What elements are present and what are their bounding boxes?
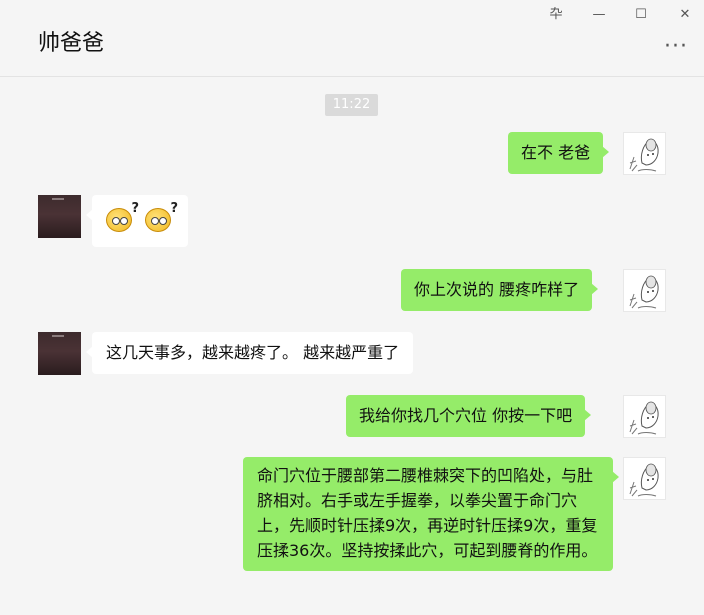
my-avatar[interactable] bbox=[623, 457, 666, 500]
message-bubble-outgoing[interactable]: 命门穴位于腰部第二腰椎棘突下的凹陷处，与肚脐相对。右手或左手握拳，以拳尖置于命门… bbox=[243, 457, 619, 571]
contact-avatar[interactable] bbox=[38, 332, 81, 375]
bunny-avatar-icon bbox=[629, 401, 659, 435]
message-bubble-outgoing[interactable]: 你上次说的 腰疼咋样了 bbox=[401, 269, 599, 311]
more-options-button[interactable]: ··· bbox=[664, 36, 688, 58]
timestamp-badge: 11:22 bbox=[325, 94, 378, 116]
my-avatar[interactable] bbox=[623, 132, 666, 175]
bunny-avatar-icon bbox=[629, 138, 659, 172]
message-bubble-outgoing[interactable]: 在不 老爸 bbox=[508, 132, 610, 174]
pin-button[interactable]: 卆 bbox=[541, 4, 571, 26]
message-bubble-incoming[interactable]: ? ? bbox=[86, 195, 188, 247]
message-bubble-outgoing[interactable]: 我给你找几个穴位 你按一下吧 bbox=[346, 395, 592, 437]
my-avatar[interactable] bbox=[623, 395, 666, 438]
maximize-button[interactable]: ☐ bbox=[626, 4, 656, 26]
chat-header: 帅爸爸 卆 — ☐ ✕ ··· bbox=[0, 0, 704, 77]
contact-avatar[interactable] bbox=[38, 195, 81, 238]
confused-face-emoji-icon: ? bbox=[145, 201, 178, 232]
message-bubble-incoming[interactable]: 这几天事多，越来越疼了。 越来越严重了 bbox=[85, 332, 414, 374]
my-avatar[interactable] bbox=[623, 269, 666, 312]
bunny-avatar-icon bbox=[629, 275, 659, 309]
confused-face-emoji-icon: ? bbox=[106, 201, 139, 232]
minimize-button[interactable]: — bbox=[584, 4, 614, 26]
close-button[interactable]: ✕ bbox=[670, 4, 700, 26]
bunny-avatar-icon bbox=[629, 463, 659, 497]
chat-title: 帅爸爸 bbox=[38, 31, 105, 56]
